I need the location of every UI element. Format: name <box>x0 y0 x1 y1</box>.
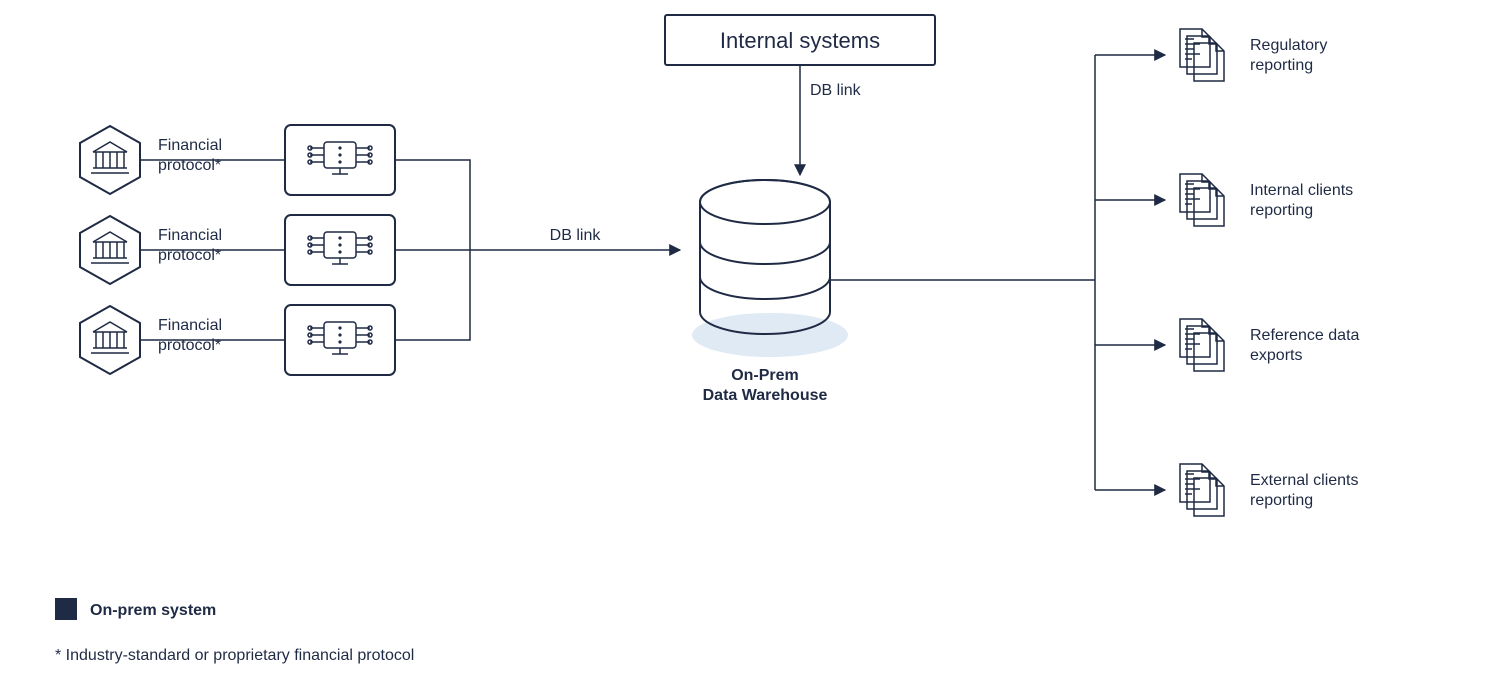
edge-label-db-link-left: DB link <box>550 227 602 244</box>
output-label: reporting <box>1250 57 1313 74</box>
output-label: exports <box>1250 347 1302 364</box>
source-row-2: Financial protocol* <box>80 305 395 375</box>
documents-icon <box>1180 29 1224 81</box>
processor-icon <box>285 305 395 375</box>
db-title-2: Data Warehouse <box>703 387 828 404</box>
bank-icon <box>80 216 140 284</box>
output-label: Internal clients <box>1250 182 1353 199</box>
edge-processors-to-db <box>395 160 680 340</box>
source-row-0: Financial protocol* <box>80 125 395 195</box>
output-label: reporting <box>1250 492 1313 509</box>
edge-label: Financial <box>158 317 222 334</box>
output-label: External clients <box>1250 472 1359 489</box>
output-label: reporting <box>1250 202 1313 219</box>
output-label: Reference data <box>1250 327 1360 344</box>
bank-icon <box>80 306 140 374</box>
edge-label: Financial <box>158 137 222 154</box>
edge-label: protocol* <box>158 247 221 264</box>
output-3: External clients reporting <box>1180 464 1359 516</box>
documents-icon <box>1180 464 1224 516</box>
output-2: Reference data exports <box>1180 319 1360 371</box>
edge-label: protocol* <box>158 157 221 174</box>
source-row-1: Financial protocol* <box>80 215 395 285</box>
bank-icon <box>80 126 140 194</box>
edge-label: Financial <box>158 227 222 244</box>
internal-systems-label: Internal systems <box>720 28 880 53</box>
documents-icon <box>1180 319 1224 371</box>
edge-label-db-link-top: DB link <box>810 82 862 99</box>
output-0: Regulatory reporting <box>1180 29 1327 81</box>
data-warehouse-node: On-Prem Data Warehouse <box>692 180 848 404</box>
edge-db-to-outputs <box>830 55 1165 490</box>
db-title-1: On-Prem <box>731 367 799 384</box>
internal-systems-node: Internal systems <box>665 15 935 65</box>
footnote: * Industry-standard or proprietary finan… <box>55 647 414 664</box>
legend: On-prem system <box>55 598 216 620</box>
legend-swatch-icon <box>55 598 77 620</box>
processor-icon <box>285 125 395 195</box>
architecture-diagram: Financial protocol* Financial protocol* … <box>0 0 1500 697</box>
output-label: Regulatory <box>1250 37 1327 54</box>
legend-label: On-prem system <box>90 602 216 619</box>
processor-icon <box>285 215 395 285</box>
output-1: Internal clients reporting <box>1180 174 1353 226</box>
edge-label: protocol* <box>158 337 221 354</box>
documents-icon <box>1180 174 1224 226</box>
